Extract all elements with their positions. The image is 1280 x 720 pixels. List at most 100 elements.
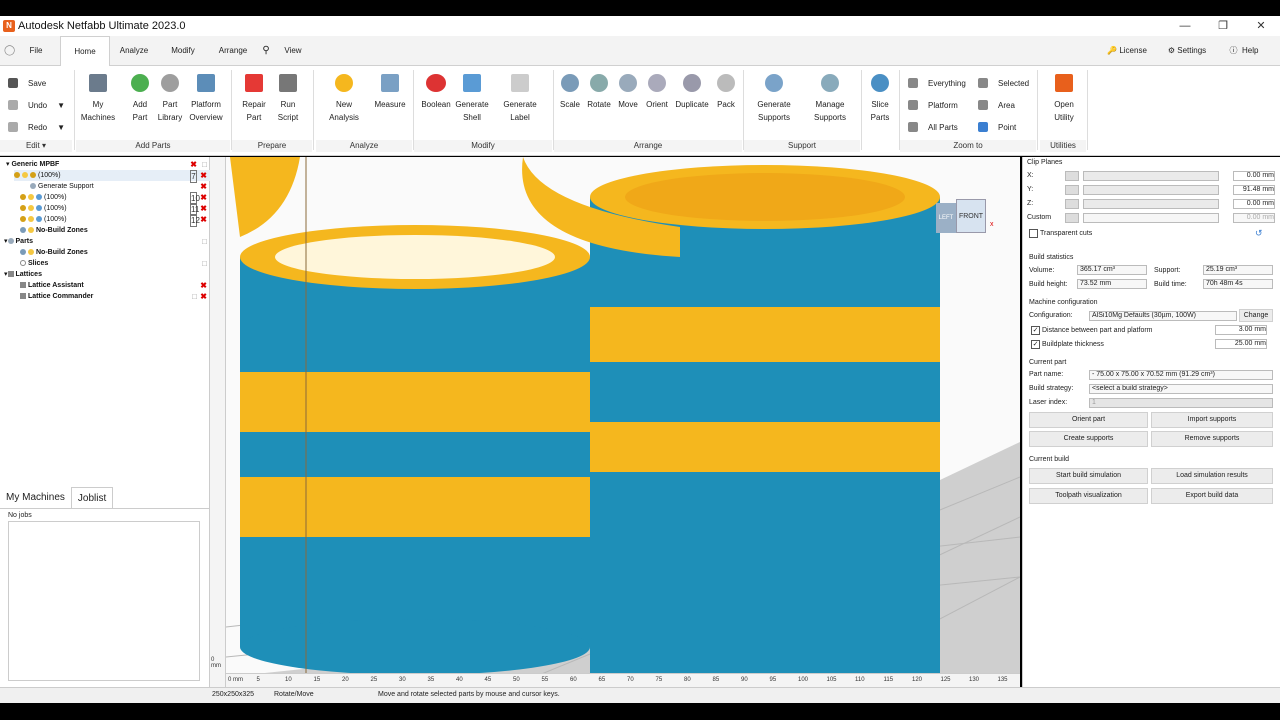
folder-icon[interactable]: □	[202, 236, 207, 247]
export-build-data-button[interactable]: Export build data	[1151, 488, 1273, 504]
create-supports-button[interactable]: Create supports	[1029, 431, 1148, 447]
zoom-all-parts-button[interactable]: All Parts	[908, 122, 958, 132]
tab-joblist[interactable]: Joblist	[70, 487, 114, 508]
start-build-simulation-button[interactable]: Start build simulation	[1029, 468, 1148, 484]
pack-button[interactable]: Pack	[704, 74, 748, 111]
my-machines-button[interactable]: My Machines	[76, 74, 120, 124]
tree-slices-row[interactable]: Slices □	[20, 258, 210, 269]
run-script-button[interactable]: Run Script	[266, 74, 310, 124]
remove-supports-button[interactable]: Remove supports	[1151, 431, 1273, 447]
3d-viewport[interactable]: LEFT FRONT x 0 mm 0 mm 5 10 15 20 25 30 35 40 45 5…	[210, 157, 1020, 687]
settings-button[interactable]: ⚙ Settings	[1162, 36, 1212, 66]
tree-part-row[interactable]: (100%) 7 ✖	[14, 170, 210, 183]
remove-icon[interactable]: ✖	[200, 181, 207, 192]
part-name-value[interactable]: - 75.00 x 75.00 x 70.52 mm (91.29 cm³)	[1089, 370, 1273, 380]
buildplate-input[interactable]: 25.00 mm	[1215, 339, 1267, 349]
folder-icon[interactable]: □	[202, 258, 207, 269]
tree-part-row[interactable]: (100%) 10 ✖	[20, 192, 210, 205]
zoom-area-button[interactable]: Area	[978, 100, 1015, 110]
orient-part-button[interactable]: Orient part	[1029, 412, 1148, 428]
platform-overview-button[interactable]: Platform Overview	[184, 74, 228, 124]
tree-parts-row[interactable]: ▾ Parts □	[4, 236, 210, 247]
tab-my-machines[interactable]: My Machines	[0, 487, 71, 508]
minimize-icon[interactable]: —	[1166, 16, 1204, 36]
load-simulation-results-button[interactable]: Load simulation results	[1151, 468, 1273, 484]
undo-button[interactable]: Undo ▼	[8, 100, 65, 110]
tab-home[interactable]: Home	[60, 36, 110, 67]
new-analysis-button[interactable]: New Analysis	[322, 74, 366, 124]
tab-view[interactable]: View	[280, 36, 306, 66]
remove-icon[interactable]: ✖	[200, 192, 207, 203]
generate-label-button[interactable]: Generate Label	[498, 74, 542, 124]
remove-icon[interactable]: ✖	[200, 280, 207, 291]
clip-x-value[interactable]: 0.00 mm	[1233, 171, 1275, 181]
zoom-everything-button[interactable]: Everything	[908, 78, 966, 88]
tree-lattice-commander-row[interactable]: Lattice Commander □ ✖	[20, 291, 210, 302]
transparent-cuts-checkbox[interactable]	[1029, 229, 1038, 238]
clip-z-slider[interactable]	[1083, 199, 1219, 209]
cube-left-face[interactable]: LEFT	[936, 203, 956, 233]
remove-icon[interactable]: ✖	[200, 291, 207, 302]
group-label-edit[interactable]: Edit ▾	[0, 140, 72, 152]
folder-icon[interactable]: □	[202, 159, 207, 170]
slice-parts-button[interactable]: Slice Parts	[858, 74, 902, 124]
chevron-down-icon[interactable]: ▼	[57, 101, 65, 110]
tree-root[interactable]: ▾ Generic MPBF ✖ □	[6, 159, 210, 170]
tree-support-row[interactable]: Generate Support ✖	[30, 181, 210, 192]
tab-file[interactable]: File	[22, 36, 50, 66]
import-supports-button[interactable]: Import supports	[1151, 412, 1273, 428]
change-config-button[interactable]: Change	[1239, 309, 1273, 322]
reset-icon[interactable]: ↺	[1255, 228, 1263, 239]
generate-supports-button[interactable]: Generate Supports	[752, 74, 796, 124]
remove-icon[interactable]: ✖	[200, 214, 207, 225]
clip-y-slider[interactable]	[1083, 185, 1219, 195]
remove-icon[interactable]: ✖	[200, 170, 207, 181]
laser-index-value[interactable]: 1	[1089, 398, 1273, 408]
clip-custom-toggle[interactable]	[1065, 213, 1079, 223]
generate-shell-button[interactable]: Generate Shell	[450, 74, 494, 124]
clip-z-value[interactable]: 0.00 mm	[1233, 199, 1275, 209]
clip-custom-value[interactable]: 0.00 mm	[1233, 213, 1275, 223]
help-button[interactable]: ⓘ Help	[1222, 36, 1266, 66]
clip-y-value[interactable]: 91.48 mm	[1233, 185, 1275, 195]
folder-icon[interactable]: □	[192, 291, 197, 302]
distance-input[interactable]: 3.00 mm	[1215, 325, 1267, 335]
tree-nobuild-row[interactable]: No-Build Zones	[20, 225, 210, 236]
tab-analyze[interactable]: Analyze	[116, 36, 152, 66]
tree-part-row[interactable]: (100%) 11 ✖	[20, 203, 210, 216]
cube-front-face[interactable]: FRONT	[956, 199, 986, 233]
tree-parts-nobuild-row[interactable]: No-Build Zones	[20, 247, 210, 258]
clip-z-toggle[interactable]	[1065, 199, 1079, 209]
clip-x-slider[interactable]	[1083, 171, 1219, 181]
redo-button[interactable]: Redo ▼	[8, 122, 65, 132]
tree-lattice-assistant-row[interactable]: Lattice Assistant ✖	[20, 280, 210, 291]
tree-part-row[interactable]: (100%) 12 ✖	[20, 214, 210, 227]
tab-modify[interactable]: Modify	[166, 36, 200, 66]
remove-icon[interactable]: ✖	[200, 203, 207, 214]
build-strategy-select[interactable]: <select a build strategy>	[1089, 384, 1273, 394]
zoom-platform-button[interactable]: Platform	[908, 100, 958, 110]
open-utility-button[interactable]: Open Utility	[1042, 74, 1086, 124]
joblist-area[interactable]	[8, 521, 200, 681]
view-cube[interactable]: LEFT FRONT x	[936, 187, 994, 237]
save-button[interactable]: Save	[8, 78, 46, 88]
clip-y-toggle[interactable]	[1065, 185, 1079, 195]
clip-x-toggle[interactable]	[1065, 171, 1079, 181]
license-button[interactable]: 🔑 License	[1102, 36, 1152, 66]
buildplate-checkbox[interactable]: ✓	[1031, 340, 1040, 349]
manage-supports-button[interactable]: Manage Supports	[808, 74, 852, 124]
distance-checkbox[interactable]: ✓	[1031, 326, 1040, 335]
expand-icon[interactable]: ▾	[4, 238, 8, 245]
quick-access-icon[interactable]: ◯	[4, 45, 15, 56]
zoom-point-button[interactable]: Point	[978, 122, 1016, 132]
toolpath-visualization-button[interactable]: Toolpath visualization	[1029, 488, 1148, 504]
close-icon[interactable]: ✕	[1242, 16, 1280, 36]
search-icon[interactable]: ⚲	[258, 36, 274, 66]
clip-custom-slider[interactable]	[1083, 213, 1219, 223]
chevron-down-icon[interactable]: ▼	[57, 123, 65, 132]
measure-button[interactable]: Measure	[368, 74, 412, 111]
tree-lattices-row[interactable]: ▾ Lattices	[4, 269, 210, 280]
remove-icon[interactable]: ✖	[190, 159, 197, 170]
zoom-selected-button[interactable]: Selected	[978, 78, 1029, 88]
collapse-icon[interactable]: ▾	[6, 161, 10, 168]
